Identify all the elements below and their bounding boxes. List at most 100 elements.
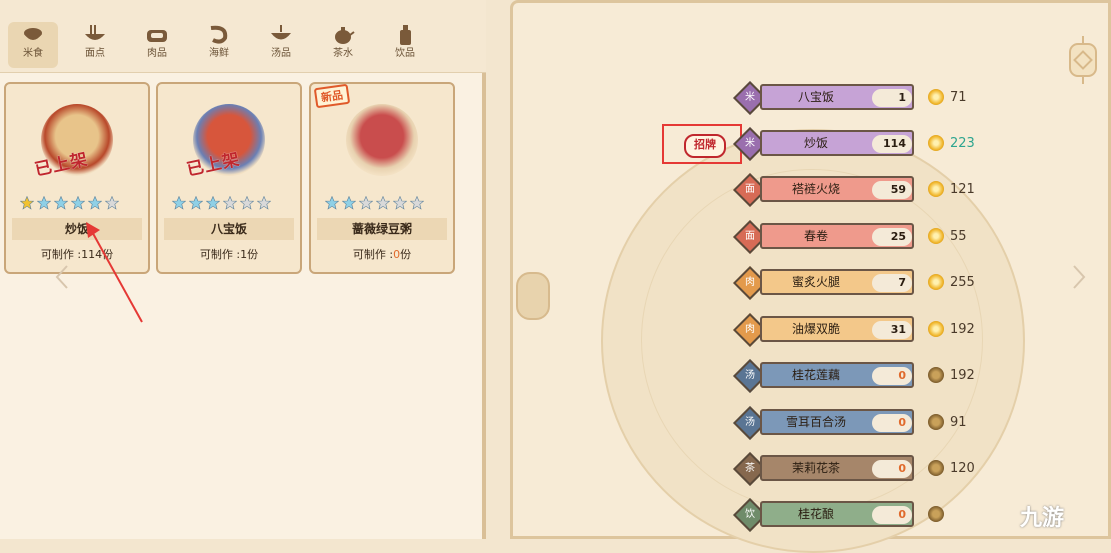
lantern-icon: [1069, 36, 1097, 84]
menu-item-price: 121: [950, 182, 975, 197]
tab-1[interactable]: 面点: [70, 22, 120, 68]
teapot-icon: [335, 27, 355, 44]
star-icon: [20, 196, 34, 210]
star-icon: [105, 196, 119, 210]
menu-item-price: 192: [950, 368, 975, 383]
dish-list-panel: 米食 面点 肉品 海鲜 汤品 茶水 饮品 已上架 炒饭 可制作 :114份 已上架 八宝饭 可制作 :…: [0, 0, 486, 539]
category-tag-label: 茶: [745, 463, 755, 474]
tab-5[interactable]: 茶水: [318, 22, 368, 68]
star-icon: [206, 196, 220, 210]
left-arrow-icon[interactable]: [55, 264, 69, 290]
menu-item-price: 223: [950, 136, 975, 151]
menu-item-quantity: 25: [872, 228, 912, 246]
category-tabs: 米食 面点 肉品 海鲜 汤品 茶水 饮品: [0, 0, 486, 73]
menu-item-price: 55: [950, 229, 967, 244]
star-icon: [54, 196, 68, 210]
menu-item-name: 油爆双脆: [791, 322, 840, 336]
menu-item-name: 茉莉花茶: [791, 461, 840, 475]
panel-toggle-knob[interactable]: [516, 272, 550, 320]
star-rating: [325, 195, 441, 210]
right-arrow-icon[interactable]: [1072, 264, 1086, 290]
category-tag-label: 肉: [745, 324, 755, 335]
coin-icon: [928, 228, 944, 244]
craft-count-text: 可制作 :0份: [352, 248, 412, 261]
dish-card[interactable]: 新品 蔷薇绿豆粥 可制作 :0份: [309, 82, 455, 274]
star-icon: [189, 196, 203, 210]
watermark-logo: 九游: [1020, 506, 1065, 531]
coin-icon: [928, 506, 944, 522]
star-icon: [359, 196, 373, 210]
tab-4[interactable]: 汤品: [256, 22, 306, 68]
menu-row[interactable]: 面 褡裢火烧 59 121: [733, 173, 978, 207]
category-tag-label: 饮: [745, 509, 755, 520]
star-icon: [71, 196, 85, 210]
menu-row[interactable]: 汤 雪耳百合汤 0 91: [733, 406, 978, 440]
tab-label: 肉品: [147, 48, 167, 59]
craft-count-text: 可制作 :1份: [199, 248, 259, 261]
menu-row[interactable]: 肉 蜜炙火腿 7 255: [733, 266, 978, 300]
menu-item-name: 雪耳百合汤: [785, 415, 846, 429]
menu-row[interactable]: 面 春卷 25 55: [733, 220, 978, 254]
menu-item-price: 91: [950, 415, 967, 430]
star-icon: [325, 196, 339, 210]
signature-badge[interactable]: 招牌: [684, 134, 726, 158]
dish-card[interactable]: 已上架 八宝饭 可制作 :1份: [156, 82, 302, 274]
dish-name: 蔷薇绿豆粥: [317, 218, 447, 240]
star-icon: [172, 196, 186, 210]
category-tag-label: 汤: [745, 370, 755, 381]
star-icon: [410, 196, 424, 210]
menu-item-quantity: 114: [872, 135, 912, 153]
category-tag-label: 汤: [745, 417, 755, 428]
rice-bowl-icon: [24, 28, 42, 40]
menu-item-quantity: 0: [872, 414, 912, 432]
tab-label: 米食: [23, 48, 43, 59]
menu-row[interactable]: 米 炒饭 114 223: [733, 127, 978, 161]
coin-icon: [928, 367, 944, 383]
menu-item-quantity: 31: [872, 321, 912, 339]
menu-item-price: 255: [950, 275, 975, 290]
tab-label: 面点: [85, 48, 105, 59]
star-icon: [376, 196, 390, 210]
category-tag-label: 米: [745, 138, 755, 149]
tab-0[interactable]: 米食: [8, 22, 58, 68]
tab-6[interactable]: 饮品: [380, 22, 430, 68]
coin-icon: [928, 274, 944, 290]
noodle-bowl-icon: [85, 25, 105, 40]
star-icon: [88, 196, 102, 210]
shrimp-icon: [210, 25, 228, 44]
drink-bottle-icon: [400, 25, 411, 45]
menu-row[interactable]: 茶 茉莉花茶 0 120: [733, 452, 978, 486]
menu-item-price: 120: [950, 461, 975, 476]
coin-icon: [928, 181, 944, 197]
star-rating: [20, 195, 136, 210]
tab-label: 汤品: [271, 48, 291, 59]
tab-2[interactable]: 肉品: [132, 22, 182, 68]
star-icon: [240, 196, 254, 210]
tab-label: 海鲜: [209, 48, 229, 59]
menu-item-quantity: 0: [872, 367, 912, 385]
annotation-arrow: [86, 222, 143, 323]
coin-icon: [928, 135, 944, 151]
tab-3[interactable]: 海鲜: [194, 22, 244, 68]
coin-icon: [928, 321, 944, 337]
star-icon: [257, 196, 271, 210]
dish-image: [346, 104, 418, 176]
menu-item-name: 八宝饭: [797, 90, 834, 104]
menu-row[interactable]: 肉 油爆双脆 31 192: [733, 313, 978, 347]
category-tag-label: 米: [745, 92, 755, 103]
soup-bowl-icon: [271, 25, 291, 40]
menu-item-quantity: 59: [872, 181, 912, 199]
coin-icon: [928, 414, 944, 430]
menu-row[interactable]: 饮 桂花酿 0: [733, 498, 978, 532]
menu-row[interactable]: 汤 桂花莲藕 0 192: [733, 359, 978, 393]
menu-item-name: 桂花酿: [797, 507, 834, 521]
star-icon: [223, 196, 237, 210]
menu-item-quantity: 7: [872, 274, 912, 292]
category-tag-label: 肉: [745, 277, 755, 288]
menu-item-price: 192: [950, 322, 975, 337]
tab-label: 饮品: [395, 48, 415, 59]
category-tag-label: 面: [745, 231, 755, 242]
menu-row[interactable]: 米 八宝饭 1 71: [733, 81, 978, 115]
star-icon: [342, 196, 356, 210]
star-icon: [37, 196, 51, 210]
